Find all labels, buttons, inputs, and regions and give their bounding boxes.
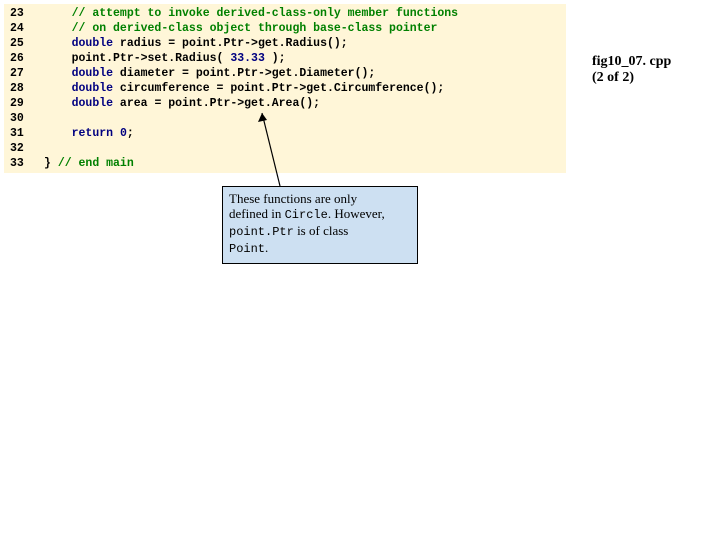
line-number: 32 — [4, 141, 44, 156]
code-content: // attempt to invoke derived-class-only … — [44, 6, 458, 21]
figure-caption: fig10_07. cpp (2 of 2) — [592, 54, 671, 86]
code-content: } // end main — [44, 156, 134, 171]
callout-box: These functions are only defined in Circ… — [222, 186, 418, 264]
code-line: 30 — [4, 111, 566, 126]
line-number: 31 — [4, 126, 44, 141]
code-content: double area = point.Ptr->get.Area(); — [44, 96, 320, 111]
code-line: 25 double radius = point.Ptr->get.Radius… — [4, 36, 566, 51]
line-number: 28 — [4, 81, 44, 96]
line-number: 26 — [4, 51, 44, 66]
callout-text: These functions are only defined in Circ… — [229, 191, 411, 257]
caption-page: (2 of 2) — [592, 70, 671, 86]
caption-filename: fig10_07. cpp — [592, 54, 671, 70]
code-content: return 0; — [44, 126, 134, 141]
code-line: 31 return 0; — [4, 126, 566, 141]
line-number: 29 — [4, 96, 44, 111]
code-content: point.Ptr->set.Radius( 33.33 ); — [44, 51, 286, 66]
code-line: 28 double circumference = point.Ptr->get… — [4, 81, 566, 96]
code-content: double diameter = point.Ptr->get.Diamete… — [44, 66, 375, 81]
line-number: 27 — [4, 66, 44, 81]
code-line: 29 double area = point.Ptr->get.Area(); — [4, 96, 566, 111]
code-line: 26 point.Ptr->set.Radius( 33.33 ); — [4, 51, 566, 66]
line-number: 25 — [4, 36, 44, 51]
code-line: 27 double diameter = point.Ptr->get.Diam… — [4, 66, 566, 81]
code-content: // on derived-class object through base-… — [44, 21, 437, 36]
code-block: 23 // attempt to invoke derived-class-on… — [4, 4, 566, 173]
line-number: 24 — [4, 21, 44, 36]
line-number: 30 — [4, 111, 44, 126]
code-line: 32 — [4, 141, 566, 156]
code-line: 33 } // end main — [4, 156, 566, 171]
code-line: 23 // attempt to invoke derived-class-on… — [4, 6, 566, 21]
line-number: 23 — [4, 6, 44, 21]
code-content: double circumference = point.Ptr->get.Ci… — [44, 81, 444, 96]
code-line: 24 // on derived-class object through ba… — [4, 21, 566, 36]
line-number: 33 — [4, 156, 44, 171]
code-content: double radius = point.Ptr->get.Radius(); — [44, 36, 348, 51]
